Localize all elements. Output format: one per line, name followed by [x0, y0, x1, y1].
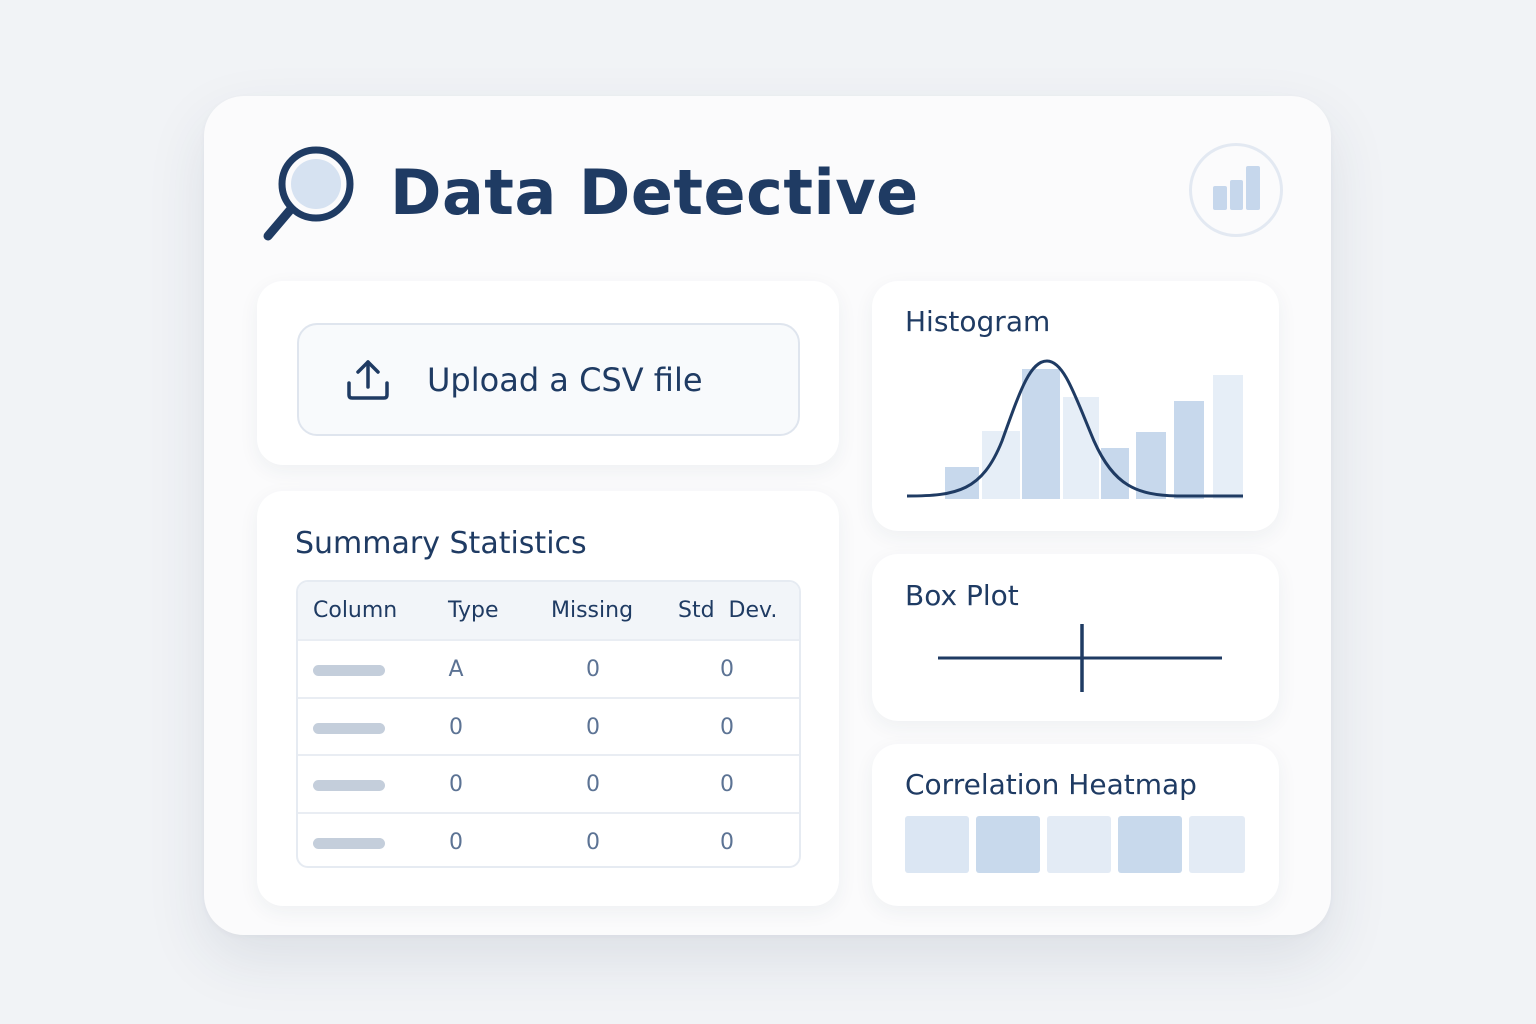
cell-type: 0	[449, 714, 463, 740]
heatmap-cell[interactable]	[1118, 816, 1182, 873]
header-type: Type	[448, 598, 499, 623]
column-name-placeholder	[313, 837, 385, 849]
column-name-placeholder	[313, 665, 385, 676]
table-row[interactable]: 0 0 0	[298, 696, 799, 755]
correlation-heatmap-title: Correlation Heatmap	[905, 768, 1197, 801]
heatmap-cell[interactable]	[905, 816, 969, 873]
bar-chart-icon	[1213, 166, 1260, 210]
chart-view-button[interactable]	[1189, 143, 1283, 237]
cell-missing: 0	[586, 714, 600, 740]
histogram-bar	[1174, 401, 1204, 499]
table-row[interactable]: 0 0 0	[298, 811, 799, 867]
app-title: Data Detective	[390, 156, 919, 229]
histogram-chart	[906, 359, 1243, 499]
cell-std-dev: 0	[720, 772, 734, 797]
histogram-bar	[1136, 432, 1166, 499]
cell-type: A	[448, 657, 464, 682]
app-window: Data Detective Upload a CSV file Summary…	[204, 96, 1331, 935]
cell-std-dev: 0	[720, 657, 734, 682]
table-header: Column Type Missing Std Dev.	[298, 582, 799, 639]
column-name-placeholder	[313, 722, 385, 734]
upload-icon	[347, 359, 389, 400]
summary-statistics-card: Summary Statistics Column Type Missing S…	[257, 491, 839, 906]
magnifier-icon	[260, 146, 360, 246]
heatmap-cells	[905, 816, 1245, 873]
histogram-card[interactable]: Histogram	[872, 281, 1279, 531]
cell-missing: 0	[586, 657, 600, 682]
upload-csv-button[interactable]: Upload a CSV file	[297, 323, 800, 436]
correlation-heatmap-card[interactable]: Correlation Heatmap	[872, 744, 1279, 906]
column-name-placeholder	[313, 780, 385, 791]
cell-missing: 0	[586, 829, 600, 855]
cell-type: 0	[449, 829, 463, 855]
table-row[interactable]: 0 0 0	[298, 754, 799, 812]
histogram-bar	[1213, 375, 1243, 499]
cell-std-dev: 0	[720, 829, 734, 855]
summary-statistics-title: Summary Statistics	[295, 526, 587, 561]
upload-card: Upload a CSV file	[257, 281, 839, 465]
box-plot-card[interactable]: Box Plot	[872, 554, 1279, 721]
header-std-dev: Std Dev.	[678, 598, 778, 623]
summary-table: Column Type Missing Std Dev. A 0 0 0 0 0…	[296, 580, 801, 868]
table-row[interactable]: A 0 0	[298, 639, 799, 697]
header-column: Column	[313, 598, 398, 623]
header-missing: Missing	[551, 598, 634, 623]
heatmap-cell[interactable]	[1189, 816, 1245, 873]
box-plot-chart	[938, 624, 1222, 692]
heatmap-cell[interactable]	[976, 816, 1040, 873]
upload-label: Upload a CSV file	[427, 360, 703, 399]
histogram-bar	[1022, 369, 1060, 499]
heatmap-cell[interactable]	[1047, 816, 1111, 873]
cell-missing: 0	[586, 772, 600, 797]
cell-std-dev: 0	[720, 714, 734, 740]
cell-type: 0	[449, 772, 463, 797]
